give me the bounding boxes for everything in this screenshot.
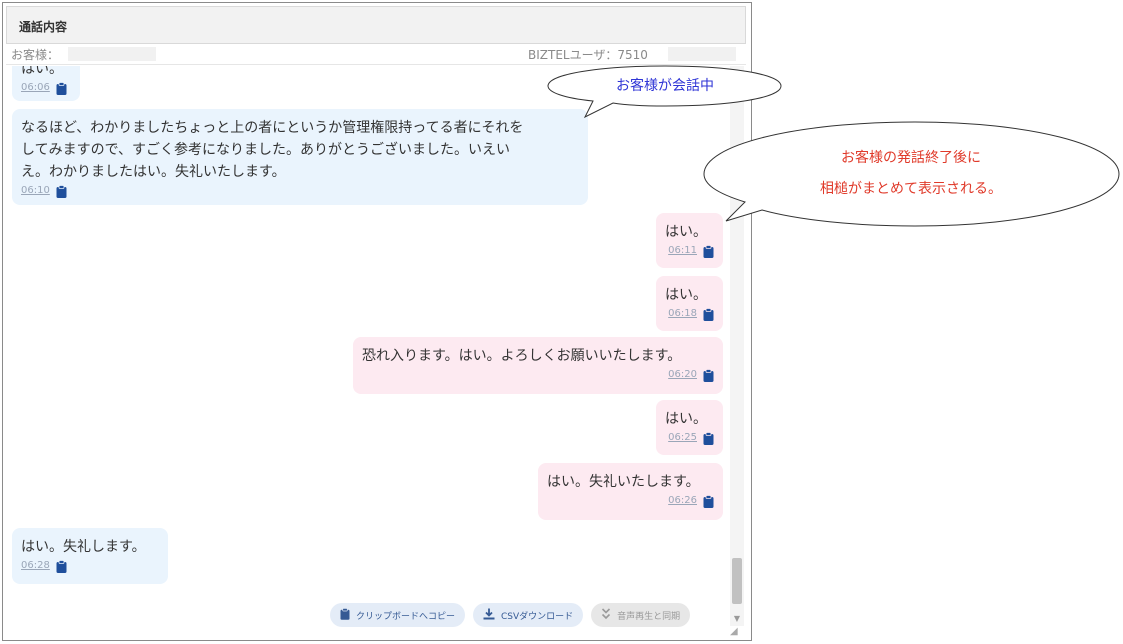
message-time-link[interactable]: 06:20 [668, 368, 697, 382]
customer-name-redacted [68, 47, 156, 61]
message-time-link[interactable]: 06:11 [668, 244, 697, 258]
clipboard-icon[interactable] [703, 307, 714, 321]
clipboard-icon [340, 607, 350, 623]
download-icon [483, 608, 495, 623]
scroll-thumb[interactable] [732, 558, 742, 604]
message-text: 恐れ入ります。はい。よろしくお願いいたします。 [362, 348, 682, 364]
participants-bar: お客様： BIZTELユーザ：7510 [6, 45, 746, 65]
message-user: はい。 06:18 [656, 276, 723, 331]
message-customer: なるほど、わかりましたちょっと上の者にというか管理権限持ってる者にそれを してみ… [12, 109, 588, 205]
panel-header: 通話内容 [6, 6, 746, 44]
message-time-link[interactable]: 06:10 [21, 184, 50, 198]
clipboard-icon[interactable] [703, 244, 714, 258]
message-time-link[interactable]: 06:26 [668, 494, 697, 508]
sync-with-audio-button[interactable]: 音声再生と同期 [591, 603, 691, 627]
message-text: はい。失礼します。 [21, 539, 146, 555]
sync-icon [601, 607, 611, 623]
message-time-link[interactable]: 06:28 [21, 559, 50, 573]
message-text-line: なるほど、わかりましたちょっと上の者にというか管理権限持ってる者にそれを [21, 120, 524, 136]
message-text: はい。 [21, 66, 63, 77]
callout-customer-talking-text: お客様が会話中 [616, 78, 714, 94]
message-user: 恐れ入ります。はい。よろしくお願いいたします。 06:20 [353, 337, 723, 394]
sync-button-label: 音声再生と同期 [617, 611, 681, 622]
message-text-line: してみますので、すごく参考になりました。ありがとうございました。いえい [21, 142, 511, 158]
message-customer: はい。失礼します。 06:28 [12, 528, 168, 584]
clipboard-icon[interactable] [56, 184, 67, 198]
message-time-link[interactable]: 06:25 [668, 431, 697, 445]
message-text: はい。失礼いたします。 [547, 474, 700, 490]
resize-grip-icon[interactable]: ◢ [730, 626, 744, 638]
clipboard-icon[interactable] [703, 368, 714, 382]
clipboard-icon[interactable] [703, 431, 714, 445]
biztel-user-label: BIZTELユーザ：7510 [528, 48, 648, 62]
copy-button-label: クリップボードへコピー [356, 611, 456, 622]
message-time-link[interactable]: 06:06 [21, 81, 50, 95]
message-text: はい。 [665, 411, 707, 427]
message-user: はい。 06:25 [656, 400, 723, 455]
csv-download-button[interactable]: CSVダウンロード [473, 603, 584, 627]
message-time-link[interactable]: 06:18 [668, 307, 697, 321]
clipboard-icon[interactable] [56, 559, 67, 573]
csv-button-label: CSVダウンロード [501, 611, 574, 622]
scroll-down-arrow-icon[interactable]: ▼ [730, 612, 744, 626]
message-text: はい。 [665, 287, 707, 303]
callout-customer-talking: お客様が会話中 [545, 64, 785, 124]
clipboard-icon[interactable] [56, 81, 67, 95]
callout-note-line2: 相槌がまとめて表示される。 [820, 181, 1002, 197]
biztel-user-redacted [668, 47, 736, 61]
message-user: はい。失礼いたします。 06:26 [538, 463, 723, 520]
callout-backchannel-note: お客様の発話終了後に 相槌がまとめて表示される。 [700, 120, 1122, 230]
callout-note-line1: お客様の発話終了後に [841, 150, 981, 166]
transcript-list[interactable]: はい。 06:06 なるほど、わかりましたちょっと上の者にというか管理権限持って… [8, 66, 730, 626]
message-customer: はい。 06:06 [12, 66, 80, 101]
copy-to-clipboard-button[interactable]: クリップボードへコピー [330, 603, 466, 627]
transcript-toolbar: クリップボードへコピー CSVダウンロード 音声再生と同期 [330, 603, 691, 627]
clipboard-icon[interactable] [703, 494, 714, 508]
panel-title: 通話内容 [19, 20, 68, 34]
message-text-line: え。わかりましたはい。失礼いたします。 [21, 164, 286, 180]
customer-label: お客様： [11, 48, 60, 62]
